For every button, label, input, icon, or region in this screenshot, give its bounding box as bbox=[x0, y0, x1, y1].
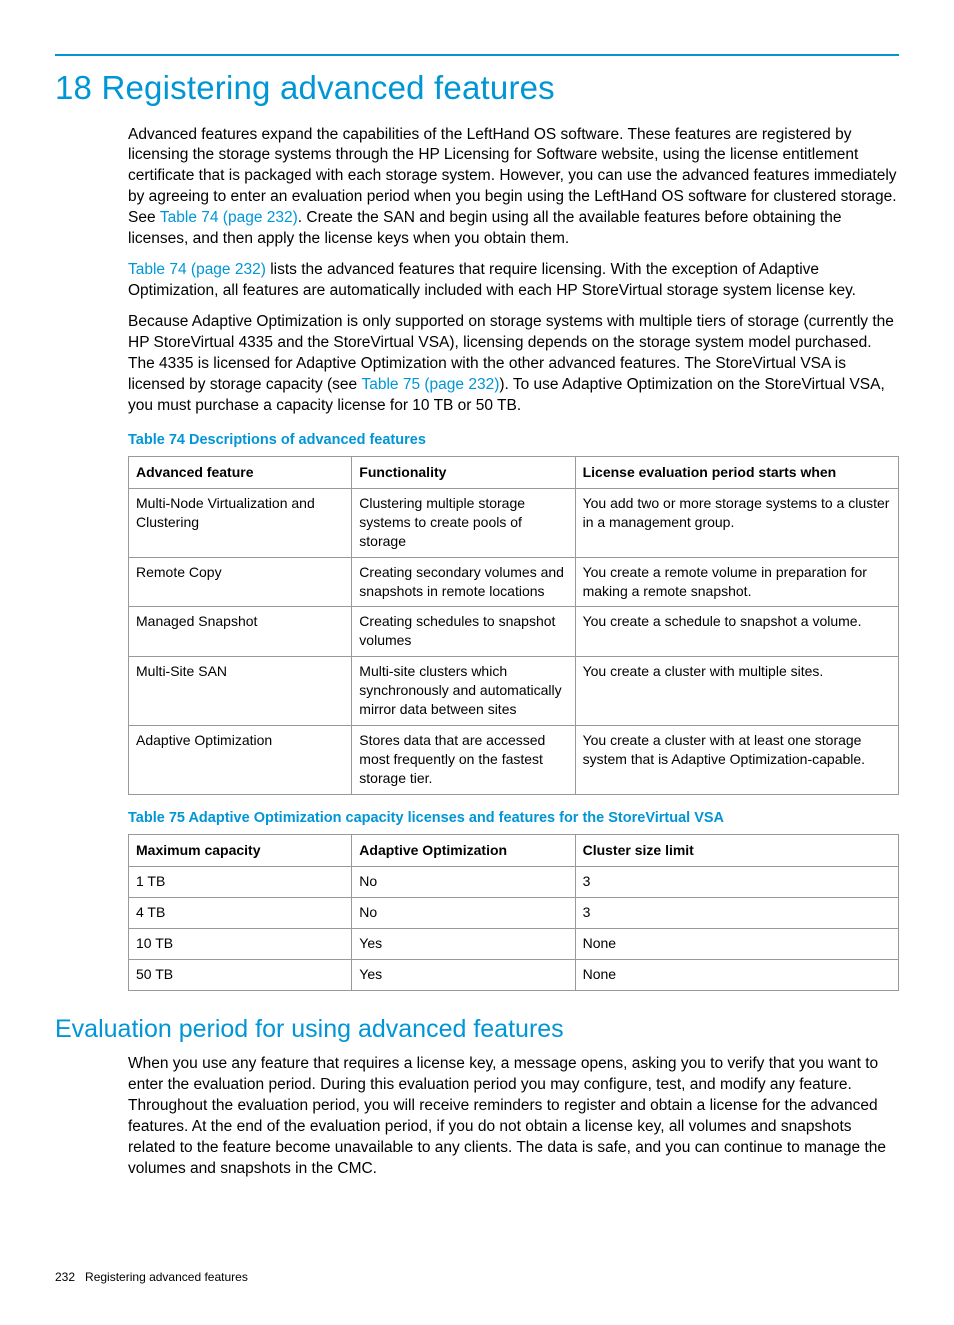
table-cell: Yes bbox=[352, 928, 575, 959]
table-row: Multi-Node Virtualization and Clustering… bbox=[129, 488, 899, 557]
table-row: 50 TBYesNone bbox=[129, 959, 899, 990]
table-cell: Yes bbox=[352, 959, 575, 990]
table-row: Multi-Site SANMulti-site clusters which … bbox=[129, 657, 899, 726]
table-cell: Managed Snapshot bbox=[129, 607, 352, 657]
table-74-caption: Table 74 Descriptions of advanced featur… bbox=[128, 431, 899, 451]
table-74: Advanced feature Functionality License e… bbox=[128, 456, 899, 794]
page-number: 232 bbox=[55, 1270, 75, 1284]
table-cell: Adaptive Optimization bbox=[129, 725, 352, 794]
table-row: Adaptive OptimizationStores data that ar… bbox=[129, 725, 899, 794]
top-rule bbox=[55, 54, 899, 56]
table-header-row: Maximum capacity Adaptive Optimization C… bbox=[129, 835, 899, 867]
table-cell: 50 TB bbox=[129, 959, 352, 990]
table-header: License evaluation period starts when bbox=[575, 457, 898, 489]
running-head: Registering advanced features bbox=[85, 1270, 248, 1284]
table-cell: Clustering multiple storage systems to c… bbox=[352, 488, 575, 557]
table-cell: Remote Copy bbox=[129, 557, 352, 607]
table-cell: Creating secondary volumes and snapshots… bbox=[352, 557, 575, 607]
table-cell: No bbox=[352, 867, 575, 898]
table-row: 10 TBYesNone bbox=[129, 928, 899, 959]
table-cell: 1 TB bbox=[129, 867, 352, 898]
table-cell: You create a remote volume in preparatio… bbox=[575, 557, 898, 607]
table-cell: 4 TB bbox=[129, 897, 352, 928]
table-cell: No bbox=[352, 897, 575, 928]
table-header: Functionality bbox=[352, 457, 575, 489]
table-cell: 3 bbox=[575, 897, 898, 928]
table-cell: Creating schedules to snapshot volumes bbox=[352, 607, 575, 657]
table-cell: Stores data that are accessed most frequ… bbox=[352, 725, 575, 794]
section-title-evaluation: Evaluation period for using advanced fea… bbox=[55, 1013, 899, 1047]
page-footer: 232 Registering advanced features bbox=[55, 1269, 248, 1285]
paragraph-eval: When you use any feature that requires a… bbox=[128, 1054, 899, 1180]
table-row: 4 TBNo3 bbox=[129, 897, 899, 928]
table-cell: You create a cluster with at least one s… bbox=[575, 725, 898, 794]
table-header: Maximum capacity bbox=[129, 835, 352, 867]
table-header: Cluster size limit bbox=[575, 835, 898, 867]
table-cell: None bbox=[575, 928, 898, 959]
table-row: Managed SnapshotCreating schedules to sn… bbox=[129, 607, 899, 657]
table-cell: None bbox=[575, 959, 898, 990]
paragraph-2: Table 74 (page 232) lists the advanced f… bbox=[128, 260, 899, 302]
table-header-row: Advanced feature Functionality License e… bbox=[129, 457, 899, 489]
paragraph-3: Because Adaptive Optimization is only su… bbox=[128, 312, 899, 417]
table-cell: Multi-site clusters which synchronously … bbox=[352, 657, 575, 726]
table-cell: 10 TB bbox=[129, 928, 352, 959]
table-row: Remote CopyCreating secondary volumes an… bbox=[129, 557, 899, 607]
table-75-caption: Table 75 Adaptive Optimization capacity … bbox=[128, 809, 899, 829]
table-cell: You create a cluster with multiple sites… bbox=[575, 657, 898, 726]
table-row: 1 TBNo3 bbox=[129, 867, 899, 898]
link-table-74-b[interactable]: Table 74 (page 232) bbox=[128, 261, 266, 278]
table-cell: 3 bbox=[575, 867, 898, 898]
table-75: Maximum capacity Adaptive Optimization C… bbox=[128, 834, 899, 990]
table-header: Advanced feature bbox=[129, 457, 352, 489]
link-table-74-a[interactable]: Table 74 (page 232) bbox=[160, 209, 298, 226]
table-cell: You create a schedule to snapshot a volu… bbox=[575, 607, 898, 657]
table-cell: You add two or more storage systems to a… bbox=[575, 488, 898, 557]
table-header: Adaptive Optimization bbox=[352, 835, 575, 867]
chapter-title: 18 Registering advanced features bbox=[55, 66, 899, 111]
link-table-75[interactable]: Table 75 (page 232) bbox=[361, 376, 499, 393]
table-cell: Multi-Site SAN bbox=[129, 657, 352, 726]
table-cell: Multi-Node Virtualization and Clustering bbox=[129, 488, 352, 557]
paragraph-1: Advanced features expand the capabilitie… bbox=[128, 125, 899, 251]
